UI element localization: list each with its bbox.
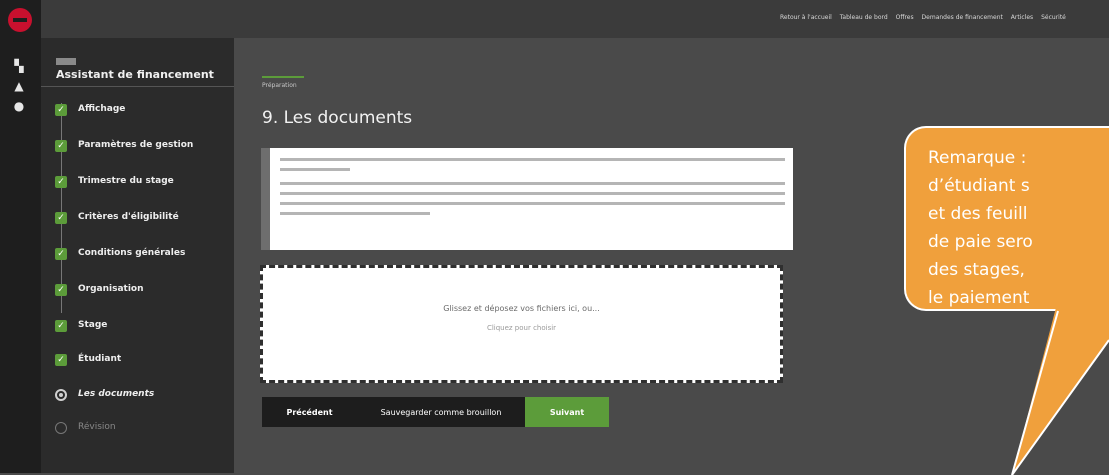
save-draft-button[interactable]: Sauvegarder comme brouillon <box>357 397 525 427</box>
nav-link-articles[interactable]: Articles <box>1011 14 1033 21</box>
current-step-icon <box>55 389 67 401</box>
file-dropzone[interactable]: Glissez et déposez vos fichiers ici, ou.… <box>260 265 783 383</box>
step-revision[interactable]: Révision <box>41 414 234 442</box>
step-label: Critères d'éligibilité <box>78 212 179 222</box>
previous-button[interactable]: Précédent <box>262 397 357 427</box>
next-button[interactable]: Suivant <box>525 397 609 427</box>
breadcrumb[interactable]: Préparation <box>262 82 297 89</box>
icon-rail: ▚ ▲ ● <box>0 0 41 473</box>
dashboard-icon[interactable]: ▚ <box>11 58 27 74</box>
step-label: Organisation <box>78 284 144 294</box>
step-parametres-de-gestion[interactable]: ✓ Paramètres de gestion <box>41 132 234 160</box>
check-icon: ✓ <box>55 140 67 152</box>
step-label: Stage <box>78 320 108 330</box>
step-label: Étudiant <box>78 354 122 364</box>
nav-link-offers[interactable]: Offres <box>896 14 914 21</box>
step-les-documents[interactable]: Les documents <box>41 381 234 409</box>
page-title: 9. Les documents <box>262 108 413 128</box>
pending-step-icon <box>55 422 67 434</box>
check-icon: ✓ <box>55 248 67 260</box>
step-conditions-generales[interactable]: ✓ Conditions générales <box>41 240 234 268</box>
callout-tail <box>1011 300 1109 475</box>
top-bar: Retour à l'accueil Tableau de bord Offre… <box>0 0 1109 38</box>
instructions-box <box>261 148 793 250</box>
sidebar-divider <box>41 86 234 87</box>
instructions-text-lines <box>280 158 785 215</box>
check-icon: ✓ <box>55 212 67 224</box>
home-icon[interactable]: ▲ <box>11 78 27 94</box>
nav-link-security[interactable]: Sécurité <box>1041 14 1066 21</box>
check-icon: ✓ <box>55 176 67 188</box>
wizard-sidebar: Assistant de financement ✓ Affichage ✓ P… <box>41 38 234 473</box>
nav-link-home[interactable]: Retour à l'accueil <box>780 14 832 21</box>
dropzone-instructions: Glissez et déposez vos fichiers ici, ou.… <box>443 304 600 313</box>
check-icon: ✓ <box>55 284 67 296</box>
step-stage[interactable]: ✓ Stage <box>41 312 234 340</box>
top-navigation: Retour à l'accueil Tableau de bord Offre… <box>780 14 1109 26</box>
breadcrumb-underline <box>262 76 304 78</box>
step-label: Les documents <box>78 389 155 399</box>
callout-text: Remarque : d’étudiant s et des feuill de… <box>928 148 1033 308</box>
nav-link-dashboard[interactable]: Tableau de bord <box>840 14 888 21</box>
step-label: Affichage <box>78 104 126 114</box>
step-label: Révision <box>78 422 116 432</box>
step-organisation[interactable]: ✓ Organisation <box>41 276 234 304</box>
step-criteres-eligibilite[interactable]: ✓ Critères d'éligibilité <box>41 204 234 232</box>
step-label: Paramètres de gestion <box>78 140 194 150</box>
browse-files-link[interactable]: Cliquez pour choisir <box>263 324 780 332</box>
nav-link-funding-requests[interactable]: Demandes de financement <box>922 14 1003 21</box>
step-trimestre-du-stage[interactable]: ✓ Trimestre du stage <box>41 168 234 196</box>
callout-bubble: Remarque : d’étudiant s et des feuill de… <box>904 126 1109 311</box>
step-affichage[interactable]: ✓ Affichage <box>41 96 234 124</box>
logo-icon[interactable] <box>8 8 32 32</box>
check-icon: ✓ <box>55 354 67 366</box>
sidebar-badge <box>56 58 76 65</box>
step-label: Conditions générales <box>78 248 186 258</box>
check-icon: ✓ <box>55 104 67 116</box>
step-label: Trimestre du stage <box>78 176 174 186</box>
check-icon: ✓ <box>55 320 67 332</box>
user-icon[interactable]: ● <box>11 98 27 114</box>
step-etudiant[interactable]: ✓ Étudiant <box>41 346 234 374</box>
sidebar-title: Assistant de financement <box>56 68 214 81</box>
